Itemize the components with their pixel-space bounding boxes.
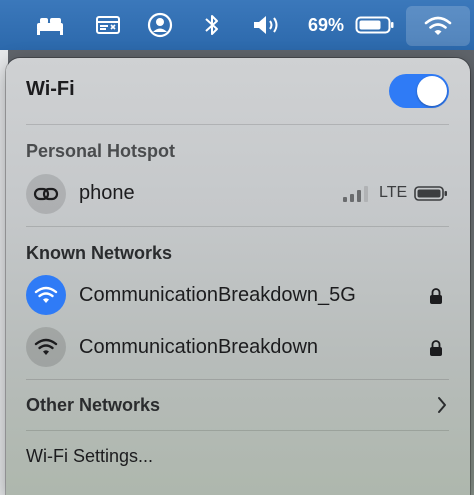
divider: [26, 124, 449, 125]
known-networks-header: Known Networks: [26, 243, 173, 263]
hotspot-device-name: phone: [79, 182, 135, 204]
battery-percent: 69%: [308, 15, 345, 35]
wifi-icon[interactable]: [406, 6, 470, 46]
chevron-right-icon: [438, 397, 446, 413]
network-name: CommunicationBreakdown: [79, 336, 319, 358]
bluetooth-icon[interactable]: [192, 0, 232, 50]
known-network-item[interactable]: CommunicationBreakdown_5G: [6, 272, 470, 322]
wifi-network-icon: [26, 327, 66, 367]
wifi-settings-row[interactable]: Wi-Fi Settings...: [6, 435, 470, 477]
known-network-item[interactable]: CommunicationBreakdown: [6, 324, 470, 374]
other-networks-label: Other Networks: [26, 395, 161, 415]
display-icon[interactable]: [88, 0, 128, 50]
divider: [26, 379, 449, 380]
wifi-toggle[interactable]: [389, 74, 449, 108]
menu-bar: 69%: [0, 0, 474, 50]
other-networks-row[interactable]: Other Networks: [6, 384, 470, 426]
wifi-title: Wi-Fi: [26, 78, 75, 100]
battery-icon[interactable]: [352, 0, 398, 50]
lock-icon: [430, 288, 442, 304]
network-type-label: LTE: [379, 184, 408, 201]
hotspot-row[interactable]: phone LTE: [6, 170, 470, 220]
user-icon[interactable]: [140, 0, 180, 50]
volume-icon[interactable]: [246, 0, 288, 50]
link-icon: [26, 174, 66, 214]
lock-icon: [430, 340, 442, 356]
wifi-network-icon: [26, 275, 66, 315]
wifi-settings-label: Wi-Fi Settings...: [26, 446, 154, 466]
network-name: CommunicationBreakdown_5G: [79, 284, 356, 306]
divider: [26, 430, 449, 431]
divider: [26, 226, 449, 227]
signal-bars-icon: [343, 186, 368, 202]
bed-icon[interactable]: [30, 0, 70, 50]
wifi-menu-panel: Wi-Fi Personal Hotspot phone LTE Known N…: [6, 58, 470, 495]
hotspot-battery-icon: [414, 186, 447, 201]
toggle-knob: [417, 76, 447, 106]
personal-hotspot-header: Personal Hotspot: [26, 141, 176, 161]
